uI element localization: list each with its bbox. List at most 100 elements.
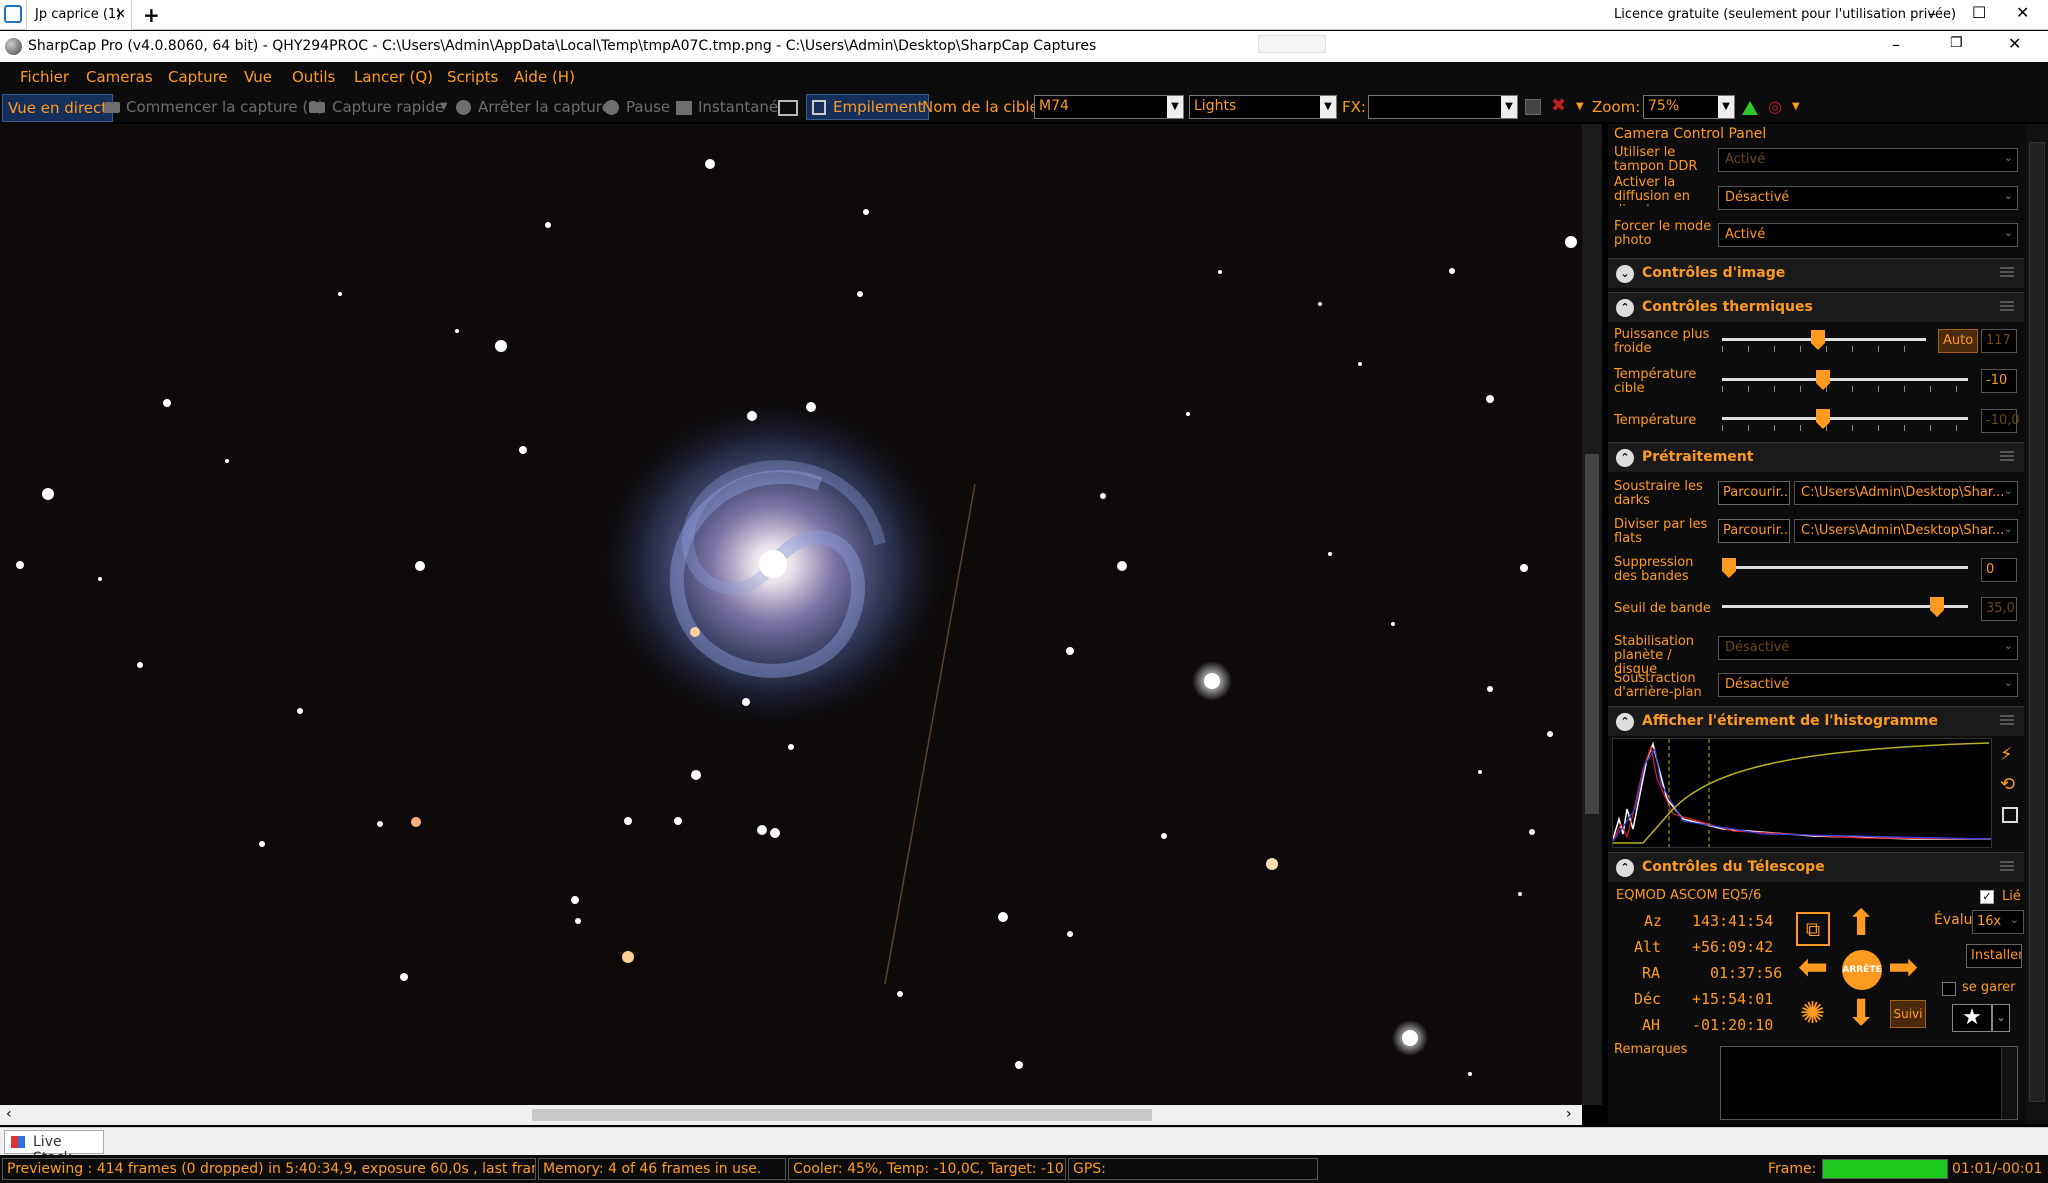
vertical-scrollbar[interactable] [1582,124,1602,1105]
target-name-field[interactable]: M74 ▼ [1034,95,1184,119]
darks-path-select[interactable]: C:\Users\Admin\Desktop\Shar... ⌄ [1794,481,2018,505]
maximize-icon[interactable]: ☐ [1972,3,1986,22]
star-dropdown-icon[interactable]: ⌄ [1992,1004,2010,1032]
chevron-down-icon[interactable]: ▼ [1718,96,1734,118]
menu-fichier[interactable]: Fichier [20,68,69,86]
stabilization-select[interactable]: Désactivé ⌄ [1718,636,2018,660]
stop-capture-button[interactable]: Arrêter la capture [478,98,611,116]
fx-select[interactable]: ▼ [1368,95,1518,119]
auto-stretch-icon[interactable]: ⚡ [2000,744,2013,765]
chevron-down-icon[interactable]: ▼ [1167,96,1183,118]
frame-type-select[interactable]: Lights ▼ [1189,95,1337,119]
minimize-icon[interactable]: – [1928,4,1936,23]
photo-mode-select[interactable]: Activé ⌄ [1718,223,2018,247]
reset-icon[interactable]: ⟲ [2000,774,2015,795]
cooler-auto-button[interactable]: Auto [1938,329,1979,353]
crosshair-dropdown-icon[interactable]: ▼ [1576,101,1584,112]
chevron-down-icon[interactable]: ▼ [1320,96,1336,118]
banding-value[interactable]: 0 [1981,558,2017,582]
chevron-down-icon[interactable]: ⌄ [1616,265,1634,283]
arrow-up-icon[interactable]: ⬆ [1846,906,1876,942]
target-temp-slider[interactable] [1722,370,1972,392]
grid-icon[interactable] [1525,99,1541,115]
stacking-button[interactable]: Empilement [806,94,930,120]
menu-aide[interactable]: Aide (H) [514,68,575,86]
darks-browse-button[interactable]: Parcourir... [1718,481,1790,505]
chevron-down-icon[interactable]: ▼ [1501,96,1517,118]
menu-lancer[interactable]: Lancer (Q) [354,68,433,86]
cooler-power-value[interactable]: 117 [1981,329,2017,353]
tab-live-stack[interactable]: Live Stack [4,1130,104,1166]
new-tab-icon[interactable]: + [143,3,160,27]
chevron-up-icon[interactable]: ⌃ [1616,449,1634,467]
live-stream-select[interactable]: Désactivé ⌄ [1718,186,2018,210]
section-histogram[interactable]: ⌃ Afficher l'étirement de l'histogramme [1608,706,2024,736]
menu-icon[interactable] [2000,715,2014,725]
notes-scrollbar[interactable] [2001,1047,2017,1119]
ddr-buffer-select[interactable]: Activé ⌄ [1718,148,2018,172]
threshold-value[interactable]: 35,0 [1981,597,2017,621]
target-temp-value[interactable]: -10 [1981,369,2017,393]
threshold-slider[interactable] [1722,597,1972,617]
chevron-up-icon[interactable]: ⌃ [1616,713,1634,731]
slider-thumb[interactable] [1930,597,1944,617]
rate-select[interactable]: 16x ⌄ [1972,910,2024,934]
arrow-down-icon[interactable]: ⬇ [1846,996,1876,1032]
menu-vue[interactable]: Vue [244,68,272,86]
menu-icon[interactable] [2000,301,2014,311]
quick-capture-button[interactable]: Capture rapide [332,98,444,116]
monitor-icon[interactable] [778,100,798,116]
crosshair-icon[interactable]: ✖ [1551,95,1566,116]
start-capture-button[interactable]: Commencer la capture (S) [126,98,324,116]
live-view-button[interactable]: Vue en direct [2,94,114,122]
quick-capture-dropdown-icon[interactable]: ▼ [440,101,448,112]
section-image-controls[interactable]: ⌄ Contrôles d'image [1608,258,2024,288]
zoom-select[interactable]: 75% ▼ [1643,95,1735,119]
section-thermal-controls[interactable]: ⌃ Contrôles thermiques [1608,292,2024,322]
sun-icon[interactable]: ✺ [1800,996,1825,1032]
park-checkbox[interactable] [1942,982,1956,996]
chevron-up-icon[interactable]: ⌃ [1616,859,1634,877]
panel-scrollbar[interactable] [2026,124,2048,1124]
save-icon[interactable] [2002,807,2018,823]
section-telescope[interactable]: ⌃ Contrôles du Télescope [1608,852,2024,882]
tab-jp-caprice[interactable]: Jp caprice (1) ✕ [26,0,132,30]
menu-icon[interactable] [2000,267,2014,277]
linked-checkbox[interactable]: ✓ [1980,890,1994,904]
scroll-thumb[interactable] [532,1109,1152,1121]
arrow-left-icon[interactable]: ⬅ [1798,950,1828,986]
scroll-right-icon[interactable]: › [1566,1106,1572,1122]
tracking-button[interactable]: Suivi [1890,1000,1926,1028]
menu-icon[interactable] [2000,451,2014,461]
menu-scripts[interactable]: Scripts [447,68,498,86]
snapshot-button[interactable]: Instantané [698,98,778,116]
histogram-icon[interactable] [1742,101,1758,115]
target-icon[interactable]: ◎ [1768,97,1782,116]
horizontal-scrollbar[interactable]: ‹ › [0,1105,1582,1125]
menu-outils[interactable]: Outils [292,68,335,86]
scroll-thumb[interactable] [2029,142,2045,1102]
section-preprocessing[interactable]: ⌃ Prétraitement [1608,442,2024,472]
chevron-up-icon[interactable]: ⌃ [1616,299,1634,317]
goto-icon[interactable]: ⧉ [1796,912,1830,946]
target-dropdown-icon[interactable]: ▼ [1792,101,1800,112]
menu-icon[interactable] [2000,861,2014,871]
banding-slider[interactable] [1722,558,1972,578]
image-viewer[interactable] [0,124,1582,1105]
close-window-icon[interactable]: ✕ [2016,3,2029,22]
star-icon[interactable]: ★ [1952,1004,1992,1032]
bg-subtraction-select[interactable]: Désactivé ⌄ [1718,673,2018,697]
close-icon[interactable]: ✕ [2008,34,2021,53]
install-button[interactable]: Installer [1966,944,2022,968]
stop-button[interactable]: ARRÊTE [1842,950,1882,990]
scroll-left-icon[interactable]: ‹ [6,1106,12,1122]
restore-icon[interactable]: ❐ [1950,35,1963,51]
notes-textarea[interactable] [1720,1046,2018,1120]
arrow-right-icon[interactable]: ➡ [1888,950,1918,986]
close-icon[interactable]: ✕ [115,7,126,22]
cooler-power-slider[interactable] [1722,330,1930,352]
flats-browse-button[interactable]: Parcourir... [1718,519,1790,543]
flats-path-select[interactable]: C:\Users\Admin\Desktop\Shar... ⌄ [1794,519,2018,543]
layout-control-icons[interactable] [1258,35,1326,53]
menu-capture[interactable]: Capture [168,68,228,86]
